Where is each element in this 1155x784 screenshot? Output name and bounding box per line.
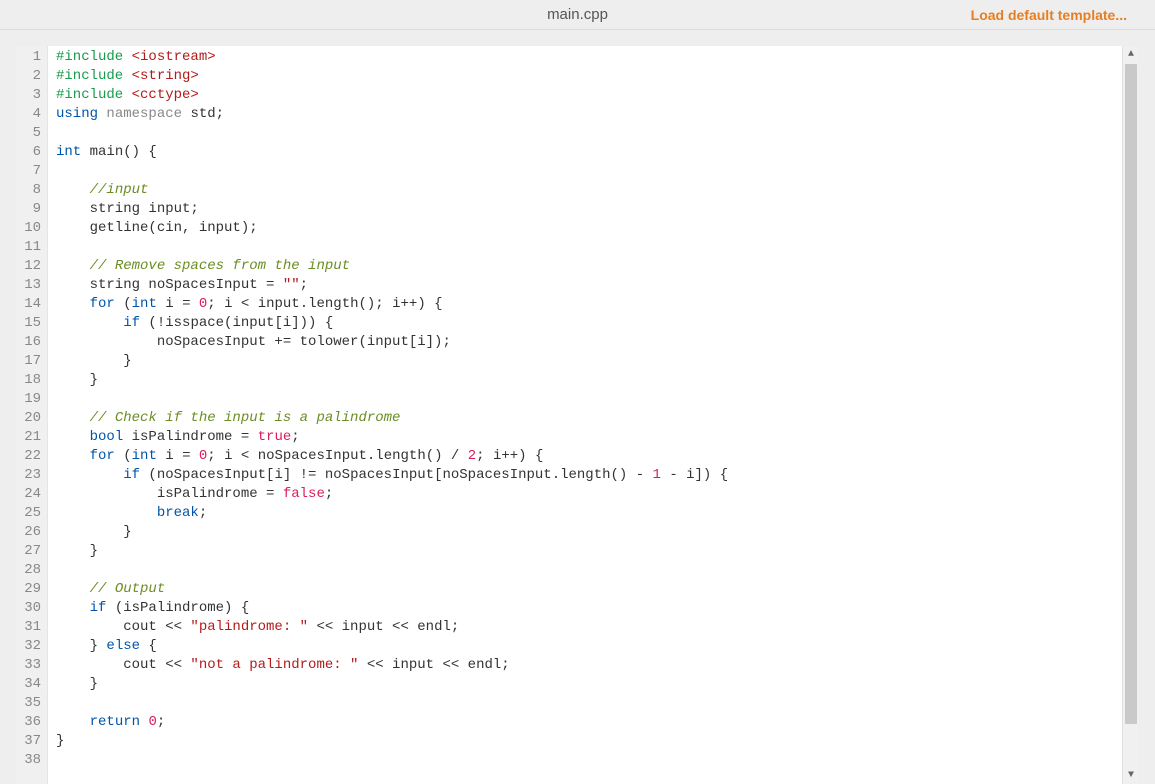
- code-line[interactable]: }: [56, 732, 1122, 751]
- line-number: 22: [16, 447, 41, 466]
- code-line[interactable]: #include <string>: [56, 67, 1122, 86]
- line-number: 17: [16, 352, 41, 371]
- code-line[interactable]: [56, 694, 1122, 713]
- code-line[interactable]: //input: [56, 181, 1122, 200]
- line-number: 25: [16, 504, 41, 523]
- code-line[interactable]: [56, 124, 1122, 143]
- line-number: 32: [16, 637, 41, 656]
- code-line[interactable]: [56, 751, 1122, 770]
- code-line[interactable]: if (!isspace(input[i])) {: [56, 314, 1122, 333]
- line-number: 2: [16, 67, 41, 86]
- code-line[interactable]: if (noSpacesInput[i] != noSpacesInput[no…: [56, 466, 1122, 485]
- line-number: 20: [16, 409, 41, 428]
- code-line[interactable]: cout << "not a palindrome: " << input <<…: [56, 656, 1122, 675]
- code-line[interactable]: return 0;: [56, 713, 1122, 732]
- line-number: 4: [16, 105, 41, 124]
- line-number: 36: [16, 713, 41, 732]
- code-line[interactable]: [56, 238, 1122, 257]
- code-line[interactable]: string input;: [56, 200, 1122, 219]
- scroll-down-button[interactable]: ▼: [1123, 767, 1139, 784]
- line-number: 30: [16, 599, 41, 618]
- line-number: 31: [16, 618, 41, 637]
- line-number: 38: [16, 751, 41, 770]
- line-number: 28: [16, 561, 41, 580]
- code-line[interactable]: for (int i = 0; i < noSpacesInput.length…: [56, 447, 1122, 466]
- line-number: 15: [16, 314, 41, 333]
- line-number: 37: [16, 732, 41, 751]
- line-number: 24: [16, 485, 41, 504]
- line-number: 21: [16, 428, 41, 447]
- line-number: 19: [16, 390, 41, 409]
- editor-shell: 1234567891011121314151617181920212223242…: [0, 30, 1155, 784]
- code-line[interactable]: string noSpacesInput = "";: [56, 276, 1122, 295]
- code-line[interactable]: int main() {: [56, 143, 1122, 162]
- line-number: 35: [16, 694, 41, 713]
- code-line[interactable]: bool isPalindrome = true;: [56, 428, 1122, 447]
- code-line[interactable]: #include <iostream>: [56, 48, 1122, 67]
- code-line[interactable]: // Check if the input is a palindrome: [56, 409, 1122, 428]
- line-number: 6: [16, 143, 41, 162]
- editor-header: main.cpp Load default template...: [0, 0, 1155, 30]
- vertical-scrollbar[interactable]: ▲ ▼: [1122, 46, 1139, 784]
- line-number: 7: [16, 162, 41, 181]
- line-number: 27: [16, 542, 41, 561]
- code-line[interactable]: [56, 390, 1122, 409]
- code-line[interactable]: getline(cin, input);: [56, 219, 1122, 238]
- line-number: 29: [16, 580, 41, 599]
- load-default-template-link[interactable]: Load default template...: [971, 7, 1127, 23]
- code-line[interactable]: }: [56, 371, 1122, 390]
- code-area[interactable]: #include <iostream>#include <string>#inc…: [48, 46, 1122, 784]
- line-number: 23: [16, 466, 41, 485]
- line-number: 1: [16, 48, 41, 67]
- code-line[interactable]: noSpacesInput += tolower(input[i]);: [56, 333, 1122, 352]
- line-number: 16: [16, 333, 41, 352]
- line-number: 34: [16, 675, 41, 694]
- line-number: 5: [16, 124, 41, 143]
- code-line[interactable]: }: [56, 523, 1122, 542]
- code-line[interactable]: [56, 561, 1122, 580]
- code-line[interactable]: for (int i = 0; i < input.length(); i++)…: [56, 295, 1122, 314]
- line-number: 33: [16, 656, 41, 675]
- code-line[interactable]: break;: [56, 504, 1122, 523]
- code-line[interactable]: } else {: [56, 637, 1122, 656]
- code-line[interactable]: [56, 162, 1122, 181]
- code-line[interactable]: // Output: [56, 580, 1122, 599]
- line-number-gutter: 1234567891011121314151617181920212223242…: [16, 46, 48, 784]
- line-number: 8: [16, 181, 41, 200]
- code-line[interactable]: cout << "palindrome: " << input << endl;: [56, 618, 1122, 637]
- code-line[interactable]: isPalindrome = false;: [56, 485, 1122, 504]
- code-line[interactable]: if (isPalindrome) {: [56, 599, 1122, 618]
- file-name-label: main.cpp: [547, 6, 608, 23]
- code-editor[interactable]: 1234567891011121314151617181920212223242…: [16, 46, 1139, 784]
- code-line[interactable]: #include <cctype>: [56, 86, 1122, 105]
- line-number: 11: [16, 238, 41, 257]
- scrollbar-thumb[interactable]: [1125, 64, 1137, 724]
- line-number: 13: [16, 276, 41, 295]
- code-line[interactable]: using namespace std;: [56, 105, 1122, 124]
- scroll-up-button[interactable]: ▲: [1123, 46, 1139, 63]
- code-line[interactable]: // Remove spaces from the input: [56, 257, 1122, 276]
- line-number: 3: [16, 86, 41, 105]
- line-number: 14: [16, 295, 41, 314]
- code-line[interactable]: }: [56, 352, 1122, 371]
- line-number: 26: [16, 523, 41, 542]
- line-number: 12: [16, 257, 41, 276]
- line-number: 9: [16, 200, 41, 219]
- code-line[interactable]: }: [56, 675, 1122, 694]
- code-line[interactable]: }: [56, 542, 1122, 561]
- line-number: 18: [16, 371, 41, 390]
- line-number: 10: [16, 219, 41, 238]
